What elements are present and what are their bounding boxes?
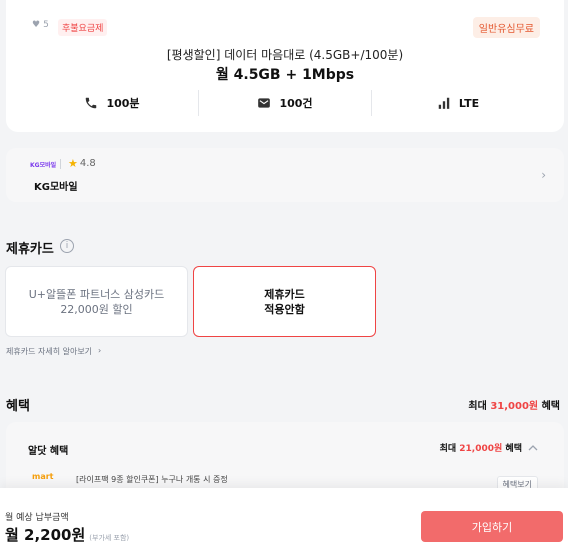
- heart-icon: ♥: [32, 20, 41, 30]
- benefit-max: 최대 31,000원 혜택: [468, 397, 560, 412]
- plan-card: ♥ 5 후불요금제 일반유심무료 [평생할인] 데이터 마음대로 (4.5GB+…: [6, 0, 564, 132]
- spec-call-label: 100분: [106, 97, 140, 110]
- chevron-right-icon: ›: [98, 346, 102, 355]
- join-button[interactable]: 가입하기: [421, 511, 563, 542]
- spec-network-label: LTE: [458, 96, 480, 110]
- monthly-price: 월 2,200원: [5, 526, 86, 544]
- info-icon[interactable]: i: [60, 239, 74, 253]
- benefit-max-prefix: 최대: [468, 401, 491, 412]
- card-details-link-label: 제휴카드 자세히 알아보기: [6, 347, 93, 356]
- benefit-panel-title: 알닷 혜택: [28, 446, 69, 457]
- benefit-max-suffix: 혜택: [538, 401, 560, 412]
- free-usim-tag: 일반유심무료: [472, 17, 540, 38]
- plan-name: [평생할인] 데이터 마음대로 (4.5GB+/100분): [166, 48, 404, 62]
- chevron-right-icon: ›: [541, 168, 546, 182]
- message-icon: [258, 98, 271, 108]
- spec-call: 100분: [26, 90, 198, 116]
- monthly-label: 월 예상 납부금액: [5, 513, 69, 523]
- carrier-card[interactable]: KG모바일 ★ 4.8 KG모바일 ›: [6, 148, 564, 202]
- divider: [60, 159, 61, 169]
- partner-card-title: 제휴카드: [6, 242, 54, 257]
- spec-message: 100건: [198, 90, 371, 116]
- vat-note: (부가세 포함): [89, 534, 130, 542]
- phone-icon: [86, 97, 97, 109]
- card-option-samsung-label: U+알뜰폰 파트너스 삼성카드 22,000원 할인: [28, 287, 165, 316]
- spec-network: LTE: [371, 90, 544, 116]
- carrier-name: KG모바일: [34, 182, 78, 193]
- benefit-panel-max-amount: 21,000원: [459, 444, 503, 454]
- postpaid-tag: 후불요금제: [58, 19, 108, 36]
- bottom-bar: 월 예상 납부금액 월 2,200원 (부가세 포함) 가입하기: [0, 488, 568, 550]
- benefit-panel-max[interactable]: 최대 21,000원 혜택: [440, 441, 538, 454]
- carrier-logo: KG모바일: [30, 162, 57, 169]
- card-details-link[interactable]: 제휴카드 자세히 알아보기 ›: [6, 346, 101, 357]
- plan-data: 월 4.5GB + 1Mbps: [215, 67, 355, 83]
- signal-icon: [438, 97, 450, 109]
- spec-row: 100분 100건 LTE: [26, 90, 544, 116]
- benefit-panel-max-prefix: 최대: [439, 444, 460, 454]
- chevron-up-icon: [528, 444, 538, 450]
- benefit-panel-max-suffix: 혜택: [502, 444, 522, 454]
- likes[interactable]: ♥ 5: [32, 20, 49, 30]
- card-option-none-label: 제휴카드 적용안함: [264, 287, 305, 316]
- benefit-max-amount: 31,000원: [490, 401, 539, 412]
- monthly-price-row: 월 2,200원 (부가세 포함): [5, 524, 129, 545]
- benefit-title: 혜택: [6, 399, 30, 414]
- rating-value: 4.8: [79, 158, 96, 169]
- card-option-none[interactable]: 제휴카드 적용안함: [193, 266, 376, 337]
- likes-count: 5: [43, 20, 49, 30]
- spec-message-label: 100건: [279, 97, 313, 110]
- carrier-rating: ★ 4.8: [68, 157, 96, 170]
- benefit-item-text: [라이프팩 9종 할인쿠폰] 누구나 개통 시 증정: [76, 475, 228, 484]
- star-icon: ★: [68, 157, 78, 170]
- card-option-samsung[interactable]: U+알뜰폰 파트너스 삼성카드 22,000원 할인: [5, 266, 188, 337]
